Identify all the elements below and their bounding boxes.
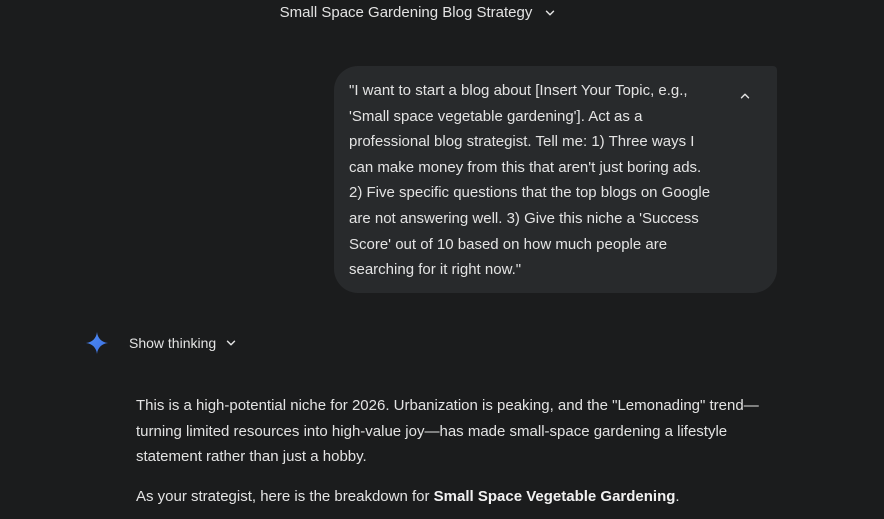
assistant-response: This is a high-potential niche for 2026.… <box>136 393 776 519</box>
show-thinking-label: Show thinking <box>129 335 217 351</box>
response-paragraph: This is a high-potential niche for 2026.… <box>136 397 759 466</box>
user-prompt-bubble: "I want to start a blog about [Insert Yo… <box>334 66 777 293</box>
gemini-sparkle-icon <box>84 330 110 356</box>
chevron-down-icon[interactable] <box>540 3 560 23</box>
user-prompt-text: "I want to start a blog about [Insert Yo… <box>349 82 711 279</box>
conversation-title-text: Small Space Gardening Blog Strategy <box>279 4 533 21</box>
show-thinking-button[interactable]: Show thinking <box>129 335 238 351</box>
conversation-title[interactable]: Small Space Gardening Blog Strategy <box>0 2 840 24</box>
assistant-header: Show thinking <box>84 330 238 356</box>
response-bold-text: Small Space Vegetable Gardening <box>433 487 676 505</box>
response-text: . <box>675 487 680 505</box>
response-paragraph: As your strategist, here is the breakdow… <box>136 484 776 510</box>
chevron-down-icon <box>224 336 238 350</box>
chat-page: Small Space Gardening Blog Strategy "I w… <box>0 0 884 519</box>
chevron-up-icon[interactable] <box>733 84 757 108</box>
response-text: As your strategist, here is the breakdow… <box>136 487 434 505</box>
